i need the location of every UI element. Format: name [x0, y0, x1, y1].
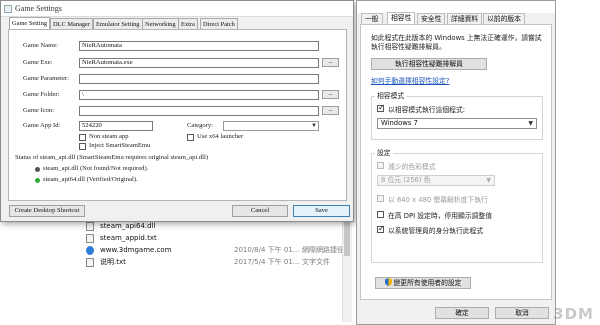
tab-extra[interactable]: Extra — [178, 18, 198, 29]
status-steam-api64: steam_api64.dll (Verified/Original). — [43, 176, 138, 183]
game-app-id-field[interactable]: 524220 — [79, 121, 153, 131]
reduced-color-checkbox[interactable] — [377, 162, 384, 169]
window-title: Game Settings — [15, 4, 62, 13]
browse-folder-button[interactable]: ... — [322, 90, 339, 99]
tab-direct-patch[interactable]: Direct Patch — [200, 18, 238, 29]
tab-security[interactable]: 安全性 — [417, 13, 446, 24]
file-name: 说明.txt — [100, 258, 126, 266]
tab-general[interactable]: 一般 — [361, 13, 383, 24]
browse-exe-button[interactable]: ... — [322, 58, 339, 67]
chevron-down-icon: ▼ — [486, 177, 491, 184]
tab-previous-versions[interactable]: 以前的版本 — [483, 13, 525, 24]
game-name-label: Game Name: — [23, 42, 58, 49]
change-all-users-label: 變更所有使用者的設定 — [393, 279, 462, 287]
compat-mode-select[interactable]: Windows 7 ▼ — [377, 118, 537, 129]
file-icon — [86, 258, 94, 267]
category-label: Category: — [187, 122, 214, 129]
compat-intro-text: 如此程式在此版本的 Windows 上無法正確運作，請嘗試執行相容性疑難排解員。 — [371, 34, 542, 51]
file-type: 文字文件 — [302, 258, 330, 266]
reduced-color-label: 減少的色彩模式 — [388, 163, 436, 171]
game-app-id-label: Game App Id: — [23, 122, 61, 129]
game-parameter-label: Game Parameter: — [23, 75, 69, 82]
explorer-scrollbar-thumb[interactable] — [344, 222, 350, 256]
tab-details[interactable]: 詳細資料 — [447, 13, 483, 24]
non-steam-app-checkbox[interactable] — [79, 134, 86, 141]
file-row[interactable]: steam_appid.txt — [84, 232, 354, 244]
resolution-640-checkbox[interactable] — [377, 195, 384, 202]
tab-compatibility[interactable]: 相容性 — [387, 12, 416, 24]
cancel-dialog-button[interactable]: 取消 — [495, 307, 549, 319]
save-button[interactable]: Save — [293, 205, 350, 217]
ok-button[interactable]: 確定 — [435, 307, 489, 319]
file-icon — [86, 234, 94, 243]
status-green-dot-icon — [35, 178, 40, 183]
watermark-logo: 3DM — [553, 305, 594, 323]
game-folder-label: Game Folder: — [23, 91, 60, 98]
status-steam-api: steam_api.dll (Not found/Not required). — [43, 165, 149, 172]
file-name: www.3dmgame.com — [100, 246, 172, 254]
settings-group-title: 設定 — [375, 147, 393, 157]
category-dropdown[interactable]: ▼ — [223, 121, 319, 131]
file-date: 2017/5/4 下午 01... — [234, 258, 300, 266]
tab-dlc-manager[interactable]: DLC Manager — [50, 18, 94, 29]
inject-smartsteamemu-checkbox[interactable] — [79, 143, 86, 150]
game-setting-panel: Game Name: NieRAutomata Game Exe: NieRAu… — [8, 29, 347, 201]
game-folder-field[interactable]: \ — [79, 90, 319, 100]
disable-dpi-scaling-checkbox[interactable] — [377, 211, 384, 218]
checkmark-icon: ✓ — [378, 224, 385, 233]
chevron-down-icon: ▼ — [528, 120, 533, 127]
window-titlebar[interactable]: Game Settings — [1, 1, 353, 17]
browse-icon-button[interactable]: ... — [322, 106, 339, 115]
status-grey-dot-icon — [35, 167, 40, 172]
use-x64-launcher-checkbox[interactable] — [187, 134, 194, 141]
run-as-admin-label: 以系統管理員的身分執行此程式 — [388, 227, 484, 235]
properties-dialog: 一般 相容性 安全性 詳細資料 以前的版本 如此程式在此版本的 Windows … — [356, 0, 556, 325]
game-settings-window: Game Settings Game Setting DLC Manager E… — [0, 0, 354, 222]
compat-mode-value: Windows 7 — [381, 119, 418, 127]
compat-mode-label: 以相容模式執行這個程式: — [388, 106, 466, 114]
run-as-admin-checkbox[interactable]: ✓ — [377, 224, 385, 233]
change-all-users-button[interactable]: 變更所有使用者的設定 — [375, 277, 471, 289]
file-row[interactable]: www.3dmgame.com 2010/8/4 下午 01... 網際網路捷徑 — [84, 244, 354, 256]
compatibility-panel: 如此程式在此版本的 Windows 上無法正確運作，請嘗試執行相容性疑難排解員。… — [360, 24, 552, 300]
file-date: 2010/8/4 下午 01... — [234, 246, 300, 254]
cancel-button[interactable]: Cancel — [232, 205, 288, 217]
manual-compat-link[interactable]: 如何手動選擇相容性設定? — [371, 75, 449, 85]
use-x64-launcher-label: Use x64 launcher — [197, 133, 244, 140]
color-mode-value: 8 位元 (256) 色 — [381, 176, 431, 184]
status-heading: Status of steam_api.dll (SmartSteamEmu r… — [15, 154, 209, 161]
file-name: steam_appid.txt — [100, 234, 157, 242]
game-exe-field[interactable]: NieRAutomata.exe — [79, 58, 319, 68]
resolution-640-label: 以 640 x 480 螢幕解析度下執行 — [388, 196, 488, 204]
game-icon-field[interactable] — [79, 106, 319, 116]
file-type: 網際網路捷徑 — [302, 246, 344, 254]
inject-smartsteamemu-label: Inject SmartSteamEmu — [89, 142, 151, 149]
non-steam-app-label: Non steam app — [89, 133, 129, 140]
web-shortcut-icon — [86, 246, 94, 255]
compat-mode-checkbox[interactable]: ✓ — [377, 103, 385, 112]
game-exe-label: Game Exe: — [23, 59, 53, 66]
uac-shield-icon — [384, 278, 392, 286]
disable-dpi-scaling-label: 在高 DPI 設定時，停用顯示調整值 — [388, 212, 493, 220]
checkmark-icon: ✓ — [378, 103, 385, 112]
create-desktop-shortcut-button[interactable]: Create Desktop Shortcut — [9, 205, 85, 217]
app-icon — [4, 5, 12, 13]
game-icon-label: Game Icon: — [23, 107, 54, 114]
compat-mode-group-title: 相容模式 — [375, 90, 407, 100]
chevron-down-icon: ▼ — [311, 123, 317, 129]
tab-emulator-setting[interactable]: Emulator Setting — [93, 18, 143, 29]
file-row[interactable]: 说明.txt 2017/5/4 下午 01... 文字文件 — [84, 256, 354, 268]
run-troubleshooter-button[interactable]: 執行相容性疑難排解員 — [371, 58, 487, 70]
tab-game-setting[interactable]: Game Setting — [9, 17, 50, 29]
game-name-field[interactable]: NieRAutomata — [79, 41, 319, 51]
tab-networking[interactable]: Networking — [142, 18, 179, 29]
color-mode-select[interactable]: 8 位元 (256) 色 ▼ — [377, 175, 495, 186]
game-parameter-field[interactable] — [79, 74, 319, 84]
file-icon — [86, 222, 94, 231]
